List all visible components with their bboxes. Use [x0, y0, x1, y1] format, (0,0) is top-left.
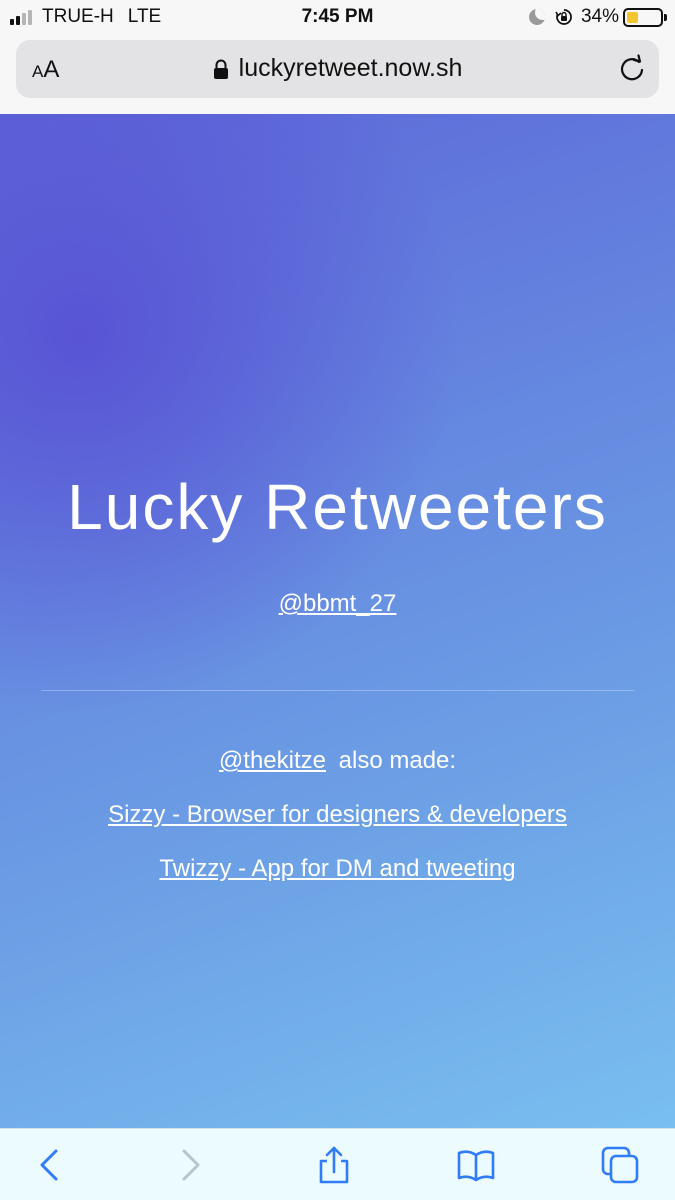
do-not-disturb-icon: [528, 9, 545, 25]
url-display[interactable]: luckyretweet.now.sh: [16, 54, 659, 83]
credits-suffix: also made:: [338, 747, 457, 774]
battery-icon: [623, 7, 667, 27]
author-line: @bbmt_27: [0, 590, 675, 618]
battery-percent: 34%: [580, 6, 619, 27]
back-icon[interactable]: [30, 1145, 70, 1185]
lock-icon: [213, 59, 228, 79]
credits-author-link[interactable]: @thekitze: [219, 747, 326, 774]
bookmarks-icon[interactable]: [456, 1145, 496, 1185]
battery-level: [627, 11, 638, 23]
reload-icon[interactable]: [617, 54, 647, 84]
page-title: Lucky Retweeters: [67, 471, 608, 543]
browser-address-area: AA luckyretweet.now.sh: [0, 34, 675, 114]
url-text: luckyretweet.now.sh: [238, 54, 463, 82]
address-bar[interactable]: AA luckyretweet.now.sh: [16, 40, 659, 98]
twizzy-link[interactable]: Twizzy - App for DM and tweeting: [159, 855, 515, 882]
project-link-row: Twizzy - App for DM and tweeting: [0, 855, 675, 883]
status-right: 34%: [528, 6, 667, 28]
divider: [41, 690, 634, 691]
credits-line: @thekitze also made:: [0, 747, 675, 775]
sizzy-link[interactable]: Sizzy - Browser for designers & develope…: [108, 801, 567, 828]
project-link-row: Sizzy - Browser for designers & develope…: [0, 801, 675, 829]
author-link[interactable]: @bbmt_27: [279, 590, 397, 617]
tabs-icon[interactable]: [600, 1145, 640, 1185]
browser-toolbar: [0, 1128, 675, 1200]
orientation-lock-icon: [555, 9, 572, 25]
status-bar: TRUE-H LTE 7:45 PM 34%: [0, 0, 675, 34]
share-icon[interactable]: [314, 1145, 354, 1185]
web-page-content: Lucky Retweeters @bbmt_27 @thekitze also…: [0, 114, 675, 1128]
forward-icon[interactable]: [170, 1145, 210, 1185]
